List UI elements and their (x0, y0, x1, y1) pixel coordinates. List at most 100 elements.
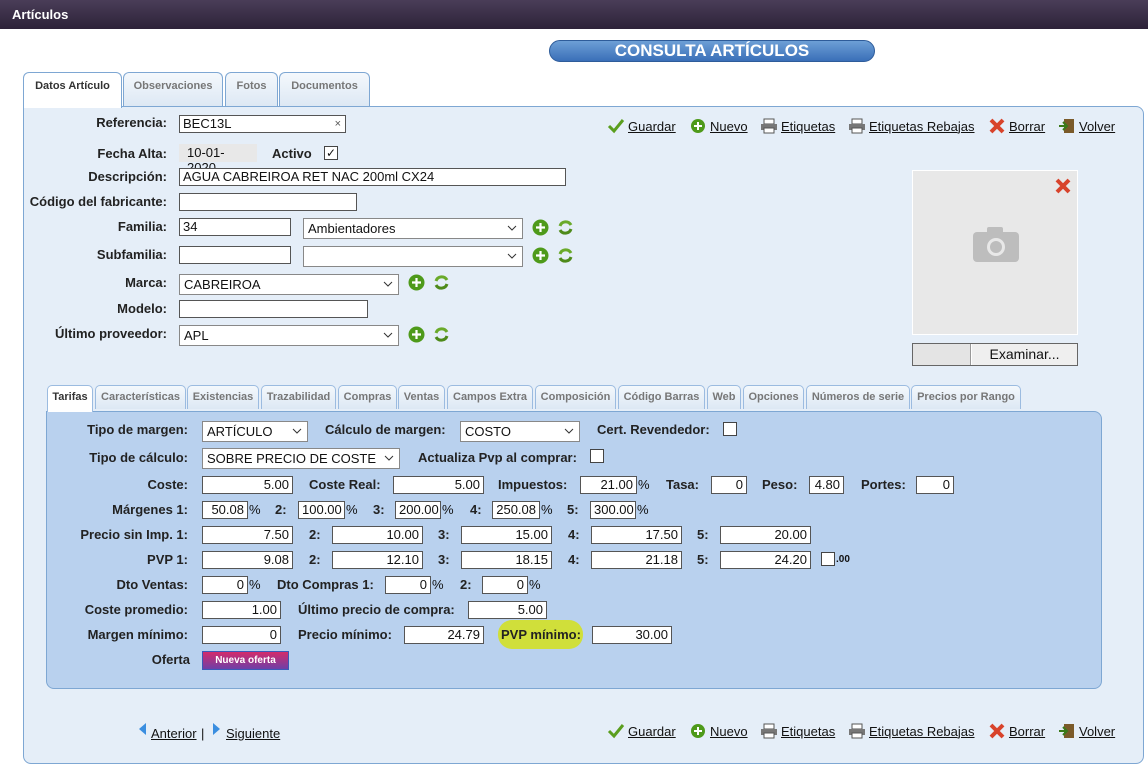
precio-minimo-input[interactable]: 24.79 (404, 626, 484, 644)
prev-link[interactable]: Anterior (151, 726, 197, 741)
referencia-label: Referencia: (96, 115, 167, 130)
pvp-minimo-input[interactable]: 30.00 (592, 626, 672, 644)
marca-label: Marca: (125, 275, 167, 290)
margen-3-percent: % (442, 502, 454, 517)
precio-sin-imp-5[interactable]: 20.00 (720, 526, 811, 544)
marca-select[interactable]: CABREIROA (179, 274, 399, 295)
dto-compras-2-input[interactable]: 0 (482, 576, 528, 594)
new-button[interactable]: Nuevo (689, 118, 748, 134)
subtab-ventas[interactable]: Ventas (398, 385, 445, 409)
portes-input[interactable]: 0 (916, 476, 954, 494)
peso-input[interactable]: 4.80 (809, 476, 844, 494)
tasa-input[interactable]: 0 (711, 476, 747, 494)
coste-real-input[interactable]: 5.00 (393, 476, 484, 494)
activo-label: Activo (272, 146, 312, 161)
tab-fotos[interactable]: Fotos (225, 72, 278, 106)
precio-minimo-label: Precio mínimo: (298, 627, 392, 642)
round-decimals-checkbox[interactable] (821, 552, 835, 566)
calculo-margen-select[interactable]: COSTO (460, 421, 580, 442)
sale-labels-button-bottom[interactable]: Etiquetas Rebajas (848, 723, 975, 739)
subtab-compras[interactable]: Compras (338, 385, 397, 409)
subtab-campos-extra[interactable]: Campos Extra (447, 385, 533, 409)
next-link[interactable]: Siguiente (226, 726, 280, 741)
subtab-opciones[interactable]: Opciones (743, 385, 804, 409)
margen-minimo-input[interactable]: 0 (202, 626, 281, 644)
cert-revendedor-checkbox[interactable] (723, 422, 737, 436)
subfamilia-select[interactable] (303, 246, 523, 267)
subtab-precios-rango[interactable]: Precios por Rango (911, 385, 1021, 409)
coste-promedio-input[interactable]: 1.00 (202, 601, 281, 619)
tab-datos-articulo[interactable]: Datos Artículo (23, 72, 122, 108)
descripcion-label: Descripción: (88, 169, 167, 184)
subtab-trazabilidad[interactable]: Trazabilidad (261, 385, 336, 409)
margen-4-idx: 4: (470, 502, 482, 517)
delete-button-bottom[interactable]: Borrar (988, 723, 1045, 739)
add-icon[interactable] (408, 326, 425, 343)
add-icon[interactable] (532, 247, 549, 264)
precio-sin-imp-3[interactable]: 15.00 (461, 526, 552, 544)
labels-button[interactable]: Etiquetas (760, 118, 835, 134)
pvp-2[interactable]: 12.10 (332, 551, 423, 569)
arrow-right-icon[interactable] (212, 722, 222, 736)
subtab-composicion[interactable]: Composición (535, 385, 616, 409)
delete-button[interactable]: Borrar (988, 118, 1045, 134)
refresh-icon[interactable] (433, 326, 450, 343)
precio-sin-imp-2[interactable]: 10.00 (332, 526, 423, 544)
tipo-margen-select[interactable]: ARTÍCULO (202, 421, 308, 442)
refresh-icon[interactable] (557, 219, 574, 236)
dto-compras-1-input[interactable]: 0 (385, 576, 431, 594)
precio-sin-imp-1[interactable]: 7.50 (202, 526, 293, 544)
familia-code-input[interactable]: 34 (179, 218, 291, 236)
modelo-input[interactable] (179, 300, 368, 318)
dto-ventas-input[interactable]: 0 (202, 576, 248, 594)
subtab-web[interactable]: Web (707, 385, 741, 409)
subtab-tarifas[interactable]: Tarifas (47, 385, 93, 412)
add-icon[interactable] (532, 219, 549, 236)
back-button[interactable]: Volver (1058, 118, 1115, 134)
margen-4-input[interactable]: 250.08 (492, 501, 540, 519)
sale-labels-button[interactable]: Etiquetas Rebajas (848, 118, 975, 134)
subfamilia-code-input[interactable] (179, 246, 291, 264)
delete-photo-icon[interactable] (1055, 178, 1071, 194)
subtab-caracteristicas[interactable]: Características (95, 385, 186, 409)
proveedor-select[interactable]: APL (179, 325, 399, 346)
file-input[interactable]: Examinar... (912, 343, 1078, 366)
margen-3-input[interactable]: 200.00 (395, 501, 441, 519)
familia-select[interactable]: Ambientadores (303, 218, 523, 239)
new-button-bottom[interactable]: Nuevo (689, 723, 748, 739)
referencia-input[interactable]: BEC13L × (179, 115, 346, 133)
back-button-bottom[interactable]: Volver (1058, 723, 1115, 739)
subtab-numeros-serie[interactable]: Números de serie (806, 385, 910, 409)
save-button-bottom[interactable]: Guardar (607, 723, 676, 739)
activo-checkbox[interactable]: ✓ (324, 146, 338, 160)
subtab-codigo-barras[interactable]: Código Barras (618, 385, 705, 409)
browse-button[interactable]: Examinar... (972, 344, 1077, 365)
tipo-calculo-select[interactable]: SOBRE PRECIO DE COSTE (202, 448, 400, 469)
tab-observaciones[interactable]: Observaciones (123, 72, 223, 106)
ultimo-precio-input[interactable]: 5.00 (468, 601, 547, 619)
refresh-icon[interactable] (557, 247, 574, 264)
refresh-icon[interactable] (433, 274, 450, 291)
margen-2-input[interactable]: 100.00 (298, 501, 345, 519)
subtab-existencias[interactable]: Existencias (187, 385, 259, 409)
coste-input[interactable]: 5.00 (202, 476, 293, 494)
arrow-left-icon[interactable] (137, 722, 147, 736)
modelo-label: Modelo: (117, 301, 167, 316)
codigo-fabricante-input[interactable] (179, 193, 357, 211)
margen-1-input[interactable]: 50.08 (202, 501, 248, 519)
descripcion-input[interactable]: AGUA CABREIROA RET NAC 200ml CX24 (179, 168, 566, 186)
pvp-4[interactable]: 21.18 (591, 551, 682, 569)
clear-icon[interactable]: × (335, 116, 341, 132)
actualiza-pvp-checkbox[interactable] (590, 449, 604, 463)
margen-5-input[interactable]: 300.00 (590, 501, 636, 519)
pvp-3[interactable]: 18.15 (461, 551, 552, 569)
precio-sin-imp-4[interactable]: 17.50 (591, 526, 682, 544)
add-icon[interactable] (408, 274, 425, 291)
pvp-5[interactable]: 24.20 (720, 551, 811, 569)
impuestos-input[interactable]: 21.00 (580, 476, 637, 494)
new-offer-button[interactable]: Nueva oferta (202, 651, 289, 670)
pvp-1[interactable]: 9.08 (202, 551, 293, 569)
tab-documentos[interactable]: Documentos (279, 72, 370, 106)
save-button[interactable]: Guardar (607, 118, 676, 134)
labels-button-bottom[interactable]: Etiquetas (760, 723, 835, 739)
